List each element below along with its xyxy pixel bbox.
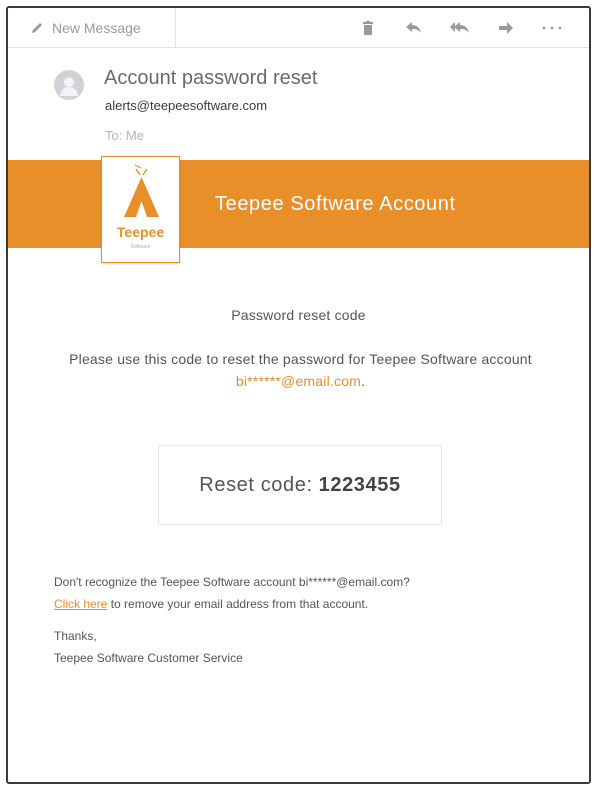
footer-notice: Don't recognize the Teepee Software acco…	[54, 571, 564, 615]
pencil-icon	[32, 23, 42, 33]
logo-wordmark: Teepee	[116, 224, 165, 240]
forward-icon	[499, 22, 513, 34]
teepee-logo-icon	[124, 164, 159, 217]
more-button[interactable]	[529, 8, 575, 48]
description-period: .	[361, 373, 366, 389]
reset-code-label: Reset code:	[199, 473, 313, 496]
footer-line-1: Don't recognize the Teepee Software acco…	[54, 575, 410, 589]
trash-icon	[363, 21, 373, 35]
reply-all-icon	[450, 22, 469, 33]
avatar	[54, 70, 84, 100]
sender-address[interactable]: alerts@teepeesoftware.com	[105, 98, 267, 113]
masked-email: bi******@email.com	[235, 373, 362, 389]
banner-title: Teepee Software Account	[215, 193, 456, 215]
reset-code-value: 1223455	[318, 473, 401, 496]
reply-all-button[interactable]	[437, 8, 483, 48]
reset-code-box: Reset code: 1223455	[158, 445, 442, 525]
signature-block: Thanks, Teepee Software Customer Service	[54, 625, 454, 669]
footer-line-2-text: to remove your email address from that a…	[110, 597, 369, 611]
toolbar-actions	[345, 8, 575, 48]
reply-icon	[406, 22, 421, 33]
forward-button[interactable]	[483, 8, 529, 48]
message-subject: Account password reset	[104, 67, 318, 89]
footer-line-2: Click here to remove your email address …	[54, 593, 564, 615]
more-icon	[542, 26, 562, 30]
delete-button[interactable]	[345, 8, 391, 48]
remove-email-link[interactable]: Click here	[54, 597, 107, 611]
content-description: Please use this code to reset the passwo…	[68, 348, 533, 392]
logo-subtext: Software	[130, 244, 151, 250]
thanks-text: Thanks,	[54, 629, 97, 643]
recipient-line: To: Me	[105, 128, 145, 143]
new-message-label: New Message	[52, 20, 141, 36]
toolbar: New Message	[8, 8, 589, 48]
content-title: Password reset code	[231, 307, 366, 323]
reply-button[interactable]	[391, 8, 437, 48]
message-header: Account password reset alerts@teepeesoft…	[8, 48, 589, 160]
brand-banner: Teepee Software Account	[8, 160, 589, 248]
new-message-button[interactable]: New Message	[8, 8, 176, 48]
brand-logo: Teepee Software	[101, 156, 180, 263]
email-window: New Message Account password reset alert…	[6, 6, 591, 784]
signature-text: Teepee Software Customer Service	[54, 651, 243, 665]
user-icon	[60, 77, 78, 96]
description-text: Please use this code to reset the passwo…	[69, 351, 532, 367]
